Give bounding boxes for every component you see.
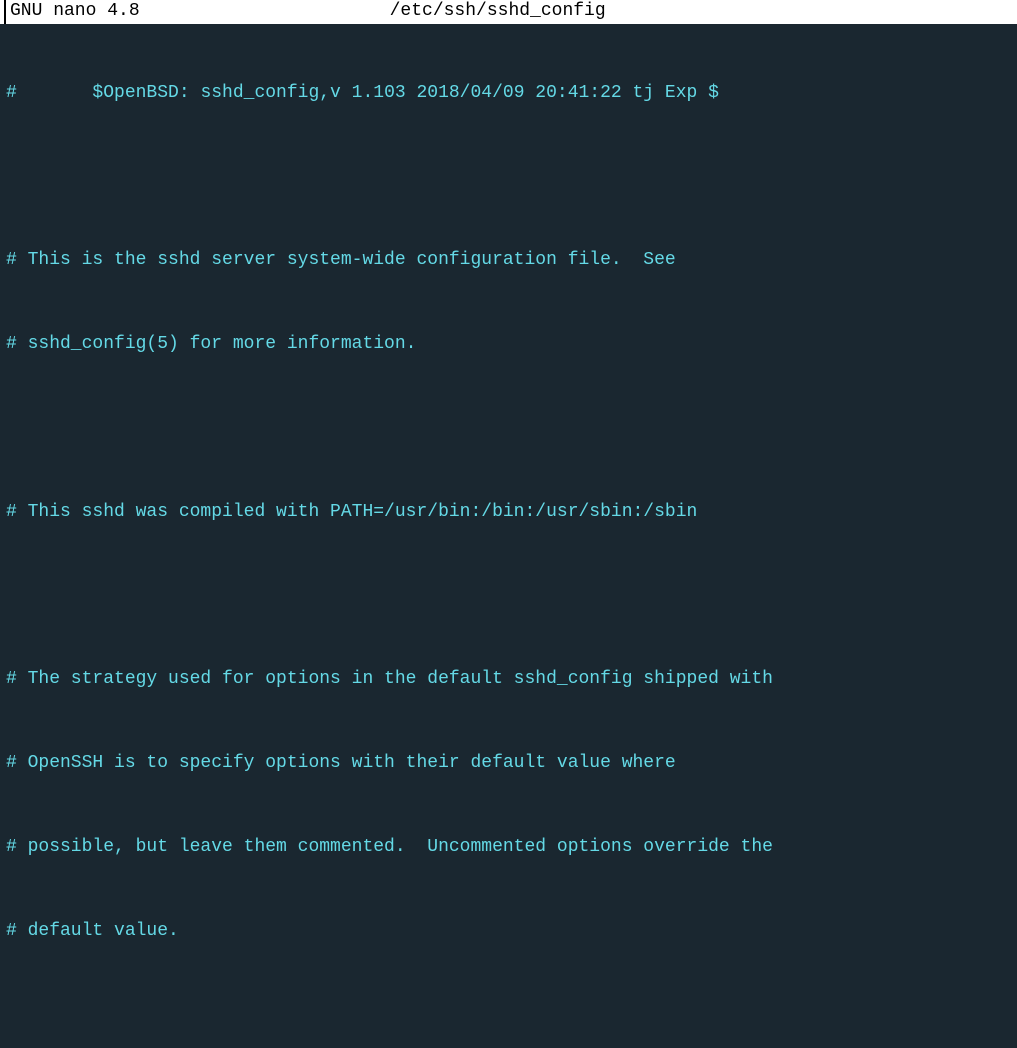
config-line: # This sshd was compiled with PATH=/usr/…: [6, 499, 1011, 527]
editor-name-version: GNU nano 4.8: [10, 0, 140, 26]
config-line: # default value.: [6, 918, 1011, 946]
editor-content[interactable]: # $OpenBSD: sshd_config,v 1.103 2018/04/…: [0, 24, 1017, 1048]
editor-filename: /etc/ssh/sshd_config: [390, 0, 606, 26]
config-line: # $OpenBSD: sshd_config,v 1.103 2018/04/…: [6, 80, 1011, 108]
config-line: [6, 415, 1011, 443]
config-line: # sshd_config(5) for more information.: [6, 331, 1011, 359]
config-line: # OpenSSH is to specify options with the…: [6, 750, 1011, 778]
config-line: # The strategy used for options in the d…: [6, 666, 1011, 694]
nano-titlebar: GNU nano 4.8 /etc/ssh/sshd_config: [0, 0, 1017, 24]
config-line: [6, 1001, 1011, 1029]
config-line: [6, 582, 1011, 610]
cursor-indicator: [4, 0, 6, 24]
config-line: # possible, but leave them commented. Un…: [6, 834, 1011, 862]
config-line: # This is the sshd server system-wide co…: [6, 247, 1011, 275]
config-line: [6, 164, 1011, 192]
